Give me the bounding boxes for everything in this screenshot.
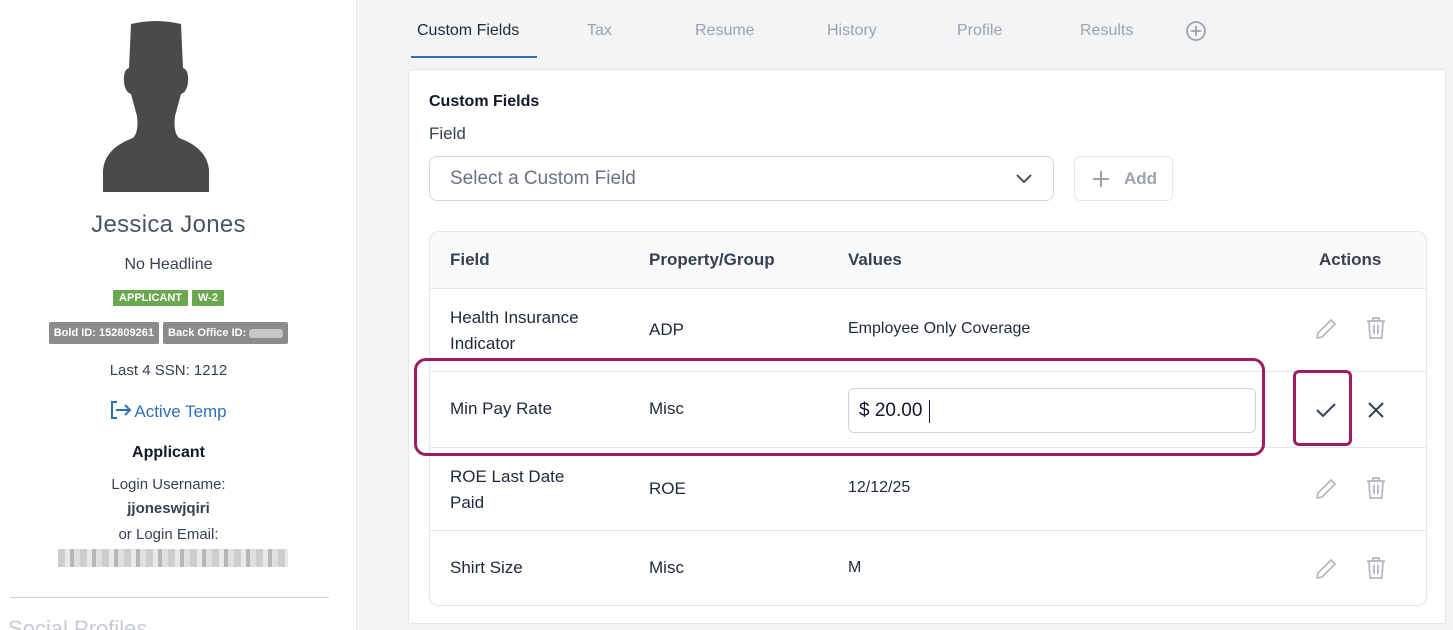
- row-value: Employee Only Coverage: [848, 320, 1031, 337]
- tab-profile[interactable]: Profile: [957, 20, 1002, 58]
- row-value: M: [848, 559, 862, 576]
- profile-sidebar: Jessica Jones No Headline APPLICANT W-2 …: [0, 0, 357, 630]
- column-actions: Actions: [1319, 250, 1382, 269]
- profile-headline: No Headline: [124, 256, 213, 273]
- row-field-line: ROE Last Date: [450, 467, 565, 486]
- w2-badge: W-2: [192, 290, 224, 306]
- trash-icon[interactable]: [1363, 315, 1389, 341]
- ssn-text: Last 4 SSN: 1212: [109, 362, 228, 379]
- row-field-line: Paid: [450, 493, 485, 512]
- back-office-id-label: Back Office ID:: [168, 327, 247, 339]
- row-field: ROE Last Date Paid: [450, 464, 564, 516]
- tab-resume[interactable]: Resume: [695, 20, 755, 58]
- id-chips: Bold ID: 152809261 Back Office ID:: [0, 322, 337, 344]
- pencil-icon[interactable]: [1313, 316, 1339, 342]
- row-field: Shirt Size: [450, 558, 523, 577]
- login-email-label: or Login Email:: [118, 526, 219, 543]
- chevron-down-icon: [1016, 174, 1032, 184]
- back-office-id-redacted: [249, 328, 284, 338]
- trash-icon[interactable]: [1363, 555, 1389, 581]
- column-field: Field: [450, 250, 490, 269]
- table-header: Field Property/Group Values Actions: [430, 232, 1426, 289]
- column-values: Values: [848, 250, 902, 269]
- tab-bar: Custom Fields Tax Resume History Profile…: [408, 0, 1448, 58]
- card-title: Custom Fields: [429, 93, 540, 110]
- sidebar-divider: [10, 597, 329, 598]
- plus-icon: [1093, 171, 1109, 187]
- active-status-link[interactable]: Active Temp: [0, 400, 337, 422]
- table-row: ROE Last Date Paid ROE 12/12/25: [430, 448, 1426, 531]
- column-property-group: Property/Group: [649, 250, 775, 269]
- avatar-silhouette-icon: [103, 21, 209, 192]
- select-placeholder: Select a Custom Field: [450, 168, 636, 189]
- row-field-line: Health Insurance: [450, 308, 579, 327]
- profile-name: Jessica Jones: [91, 211, 246, 238]
- row-group: Misc: [649, 558, 684, 577]
- highlight-save-action: [1293, 370, 1352, 446]
- applicant-badge: APPLICANT: [113, 290, 188, 306]
- row-value: 12/12/25: [848, 479, 911, 496]
- field-label: Field: [429, 124, 466, 143]
- row-group: ADP: [649, 320, 684, 339]
- add-button[interactable]: Add: [1074, 156, 1173, 201]
- back-office-id-chip: Back Office ID:: [163, 322, 289, 344]
- login-username: jjoneswjqiri: [127, 500, 210, 517]
- row-field-line: Indicator: [450, 334, 516, 353]
- tab-custom-fields[interactable]: Custom Fields: [411, 20, 537, 58]
- add-tab-icon[interactable]: [1185, 20, 1207, 42]
- close-icon[interactable]: [1363, 397, 1389, 423]
- social-profiles-heading: Social Profiles: [8, 616, 148, 630]
- sign-in-icon: [111, 401, 132, 419]
- login-email-redacted: [58, 549, 288, 567]
- trash-icon[interactable]: [1363, 475, 1389, 501]
- active-status-label: Active Temp: [134, 402, 227, 421]
- row-group: ROE: [649, 479, 686, 498]
- login-username-label: Login Username:: [111, 476, 226, 493]
- custom-field-select[interactable]: Select a Custom Field: [429, 156, 1054, 201]
- row-field: Health Insurance Indicator: [450, 305, 579, 357]
- tab-history[interactable]: History: [827, 20, 877, 58]
- bold-id-chip: Bold ID: 152809261: [48, 322, 160, 344]
- tab-results[interactable]: Results: [1080, 20, 1133, 58]
- add-button-label: Add: [1124, 169, 1158, 188]
- tab-tax[interactable]: Tax: [587, 20, 612, 58]
- table-row: Shirt Size Misc M: [430, 531, 1426, 605]
- pencil-icon[interactable]: [1313, 556, 1339, 582]
- pencil-icon[interactable]: [1313, 476, 1339, 502]
- status-badges: APPLICANT W-2: [0, 290, 337, 306]
- custom-fields-card: Custom Fields Field Select a Custom Fiel…: [408, 69, 1446, 624]
- highlight-editing-row: [414, 358, 1265, 456]
- profile-role: Applicant: [132, 444, 205, 461]
